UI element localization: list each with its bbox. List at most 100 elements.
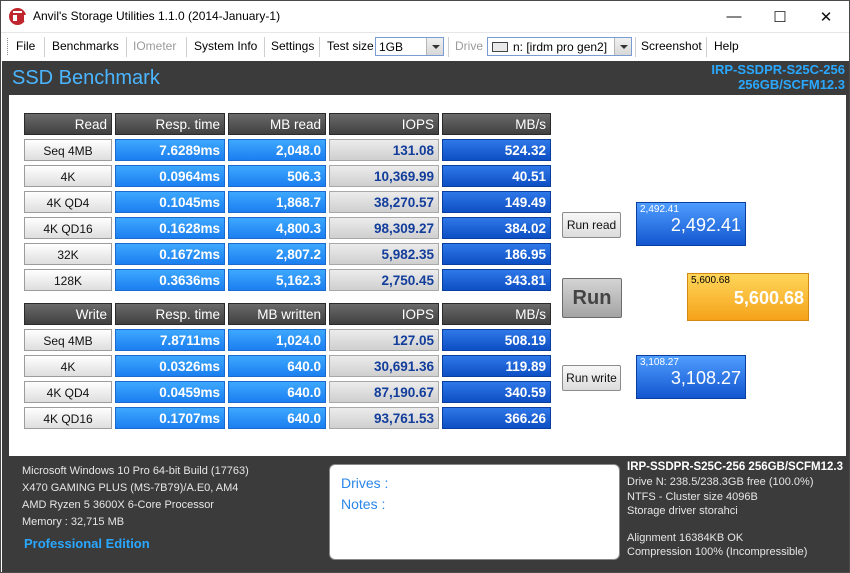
read-header-iops: IOPS [329,113,439,135]
write-header-resp-time: Resp. time [115,303,225,325]
menu-screenshot[interactable]: Screenshot [641,39,702,53]
write-header-test: Write [24,303,112,325]
write-cell-resp-time: 0.0326ms [115,355,225,377]
driveinfo-compression: Compression 100% (Incompressible) [627,546,808,558]
drives-label: Drives : [341,475,389,491]
read-cell-mb: 2,807.2 [228,243,326,265]
menu-separator [44,37,45,57]
menu-separator [264,37,265,57]
write-cell-iops: 93,761.53 [329,407,439,429]
test-size-label: Test size [327,39,374,53]
title-bar: Anvil's Storage Utilities 1.1.0 (2014-Ja… [1,1,849,32]
read-header-resp-time: Resp. time [115,113,225,135]
write-cell-resp-time: 7.8711ms [115,329,225,351]
menu-help[interactable]: Help [714,39,739,53]
write-cell-mb: 640.0 [228,407,326,429]
driveinfo-filesystem: NTFS - Cluster size 4096B [627,491,758,503]
write-cell-mbps: 119.89 [442,355,551,377]
menu-settings[interactable]: Settings [271,39,314,53]
read-cell-iops: 5,982.35 [329,243,439,265]
menu-file[interactable]: File [16,39,35,53]
read-row-label[interactable]: 4K [24,165,112,187]
read-cell-mbps: 149.49 [442,191,551,213]
menu-separator [448,37,449,57]
read-cell-mb: 4,800.3 [228,217,326,239]
drive-icon [492,42,508,52]
write-score-value: 3,108.27 [670,368,741,388]
read-cell-iops: 98,309.27 [329,217,439,239]
write-row-label[interactable]: 4K QD4 [24,381,112,403]
read-row-label[interactable]: 128K [24,269,112,291]
driveinfo-storage-driver: Storage driver storahci [627,505,738,517]
write-cell-iops: 127.05 [329,329,439,351]
chevron-down-icon[interactable] [614,38,631,55]
read-cell-mbps: 524.32 [442,139,551,161]
write-header-iops: IOPS [329,303,439,325]
read-cell-resp-time: 0.1672ms [115,243,225,265]
chevron-down-icon[interactable] [426,38,443,55]
read-cell-mbps: 384.02 [442,217,551,239]
app-window: Anvil's Storage Utilities 1.1.0 (2014-Ja… [0,0,850,573]
write-cell-mbps: 508.19 [442,329,551,351]
driveinfo-alignment: Alignment 16384KB OK [627,532,744,544]
menu-separator [706,37,707,57]
notes-label: Notes : [341,496,386,512]
drive-select[interactable]: n: [irdm pro gen2] [487,37,632,56]
menu-separator [635,37,636,57]
window-title: Anvil's Storage Utilities 1.1.0 (2014-Ja… [33,9,281,23]
read-cell-resp-time: 0.3636ms [115,269,225,291]
read-score-value: 2,492.41 [670,215,741,235]
run-read-button[interactable]: Run read [562,212,621,238]
menu-system-info[interactable]: System Info [194,39,257,53]
notes-box[interactable]: Drives : Notes : [329,464,620,560]
toolbar-grip-icon[interactable] [7,38,9,55]
write-header-mbps: MB/s [442,303,551,325]
read-score: 2,492.41 2,492.41 [636,202,746,246]
read-row-label[interactable]: 4K QD16 [24,217,112,239]
read-cell-resp-time: 0.1628ms [115,217,225,239]
run-write-button[interactable]: Run write [562,365,621,391]
driveinfo-size: Drive N: 238.5/238.3GB free (100.0%) [627,476,814,488]
system-cpu: AMD Ryzen 5 3600X 6-Core Processor [22,499,214,511]
read-cell-mb: 2,048.0 [228,139,326,161]
read-cell-iops: 38,270.57 [329,191,439,213]
drive-header: IRP-SSDPR-S25C-256 256GB/SCFM12.3 [711,62,845,92]
read-score-small: 2,492.41 [640,204,679,215]
write-cell-resp-time: 0.1707ms [115,407,225,429]
driveinfo-name: IRP-SSDPR-S25C-256 256GB/SCFM12.3 [627,461,844,473]
total-score-value: 5,600.68 [733,288,804,308]
menu-benchmarks[interactable]: Benchmarks [52,39,119,53]
write-cell-iops: 87,190.67 [329,381,439,403]
maximize-button[interactable]: ☐ [757,1,803,32]
write-row-label[interactable]: 4K QD16 [24,407,112,429]
total-score-small: 5,600.68 [691,275,730,286]
read-cell-mbps: 186.95 [442,243,551,265]
total-score: 5,600.68 5,600.68 [687,273,809,321]
test-size-select[interactable]: 1GB [375,37,444,56]
minimize-button[interactable]: — [711,1,757,32]
read-row-label[interactable]: 32K [24,243,112,265]
read-cell-resp-time: 0.1045ms [115,191,225,213]
system-memory: Memory : 32,715 MB [22,516,125,528]
write-cell-mb: 640.0 [228,381,326,403]
read-row-label[interactable]: Seq 4MB [24,139,112,161]
professional-edition-label: Professional Edition [24,536,150,551]
drive-value: n: [irdm pro gen2] [513,40,608,54]
read-cell-mbps: 343.81 [442,269,551,291]
write-header-mb: MB written [228,303,326,325]
write-score: 3,108.27 3,108.27 [636,355,746,399]
menu-separator [126,37,127,57]
write-row-label[interactable]: Seq 4MB [24,329,112,351]
write-score-small: 3,108.27 [640,357,679,368]
read-row-label[interactable]: 4K QD4 [24,191,112,213]
drive-model: IRP-SSDPR-S25C-256 [711,62,845,77]
anvil-app-icon[interactable] [9,8,26,25]
read-cell-mb: 506.3 [228,165,326,187]
close-button[interactable]: ✕ [803,1,849,32]
run-button[interactable]: Run [562,278,622,318]
menu-iometer[interactable]: IOmeter [133,39,176,53]
write-row-label[interactable]: 4K [24,355,112,377]
write-cell-resp-time: 0.0459ms [115,381,225,403]
read-cell-mbps: 40.51 [442,165,551,187]
system-motherboard: X470 GAMING PLUS (MS-7B79)/A.E0, AM4 [22,482,239,494]
